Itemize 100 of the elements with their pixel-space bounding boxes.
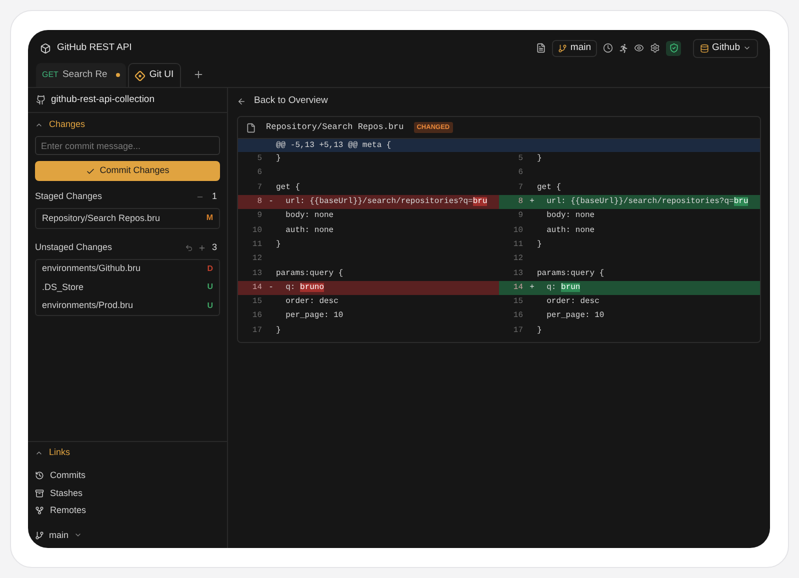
section-label: Staged Changes [35, 190, 102, 204]
line-number: 17 [251, 324, 263, 337]
line-number: 6 [256, 167, 263, 180]
line-number: 7 [256, 182, 263, 194]
github-icon [36, 95, 46, 105]
line-number: 17 [512, 324, 524, 337]
line-number: 5 [517, 153, 524, 166]
file-row[interactable]: .DS_Store U [36, 278, 219, 296]
file-icon [246, 122, 256, 132]
cube-icon [40, 42, 51, 54]
line-number: 6 [517, 167, 524, 180]
environment-dropdown[interactable]: Github [693, 38, 758, 58]
method-label: GET [42, 69, 58, 81]
line-number: 7 [517, 182, 524, 194]
file-row[interactable]: Repository/Search Repos.bru M [36, 209, 219, 228]
status-letter: D [207, 262, 213, 275]
document-icon [536, 43, 546, 53]
code-line: } [537, 240, 542, 249]
line-number: 14 [512, 282, 524, 294]
link-item[interactable]: Commits [35, 467, 220, 484]
history-icon [35, 471, 44, 480]
status-letter: M [206, 212, 213, 224]
fork-icon [35, 506, 44, 516]
code-line: per_page: 10 [546, 311, 604, 320]
code-line: auth: none [284, 226, 334, 235]
code-line: get { [537, 182, 562, 192]
diff-file-name: Repository/Search Repos.bru [266, 121, 404, 134]
link-item[interactable]: Stashes [35, 484, 220, 502]
git-diamond-icon [135, 70, 146, 80]
code-line: url: {{baseUrl}}/search/repositories?q=bru [284, 197, 488, 206]
chevron-up-icon [35, 121, 43, 129]
changes-header[interactable]: Changes [35, 119, 220, 131]
line-number: 9 [256, 210, 263, 222]
back-link[interactable]: Back to Overview [237, 94, 761, 108]
code-line: url: {{baseUrl}}/search/repositories?q=bru [546, 197, 748, 206]
code-line: auth: none [546, 226, 595, 235]
tab[interactable]: Git UI [128, 63, 181, 87]
tab[interactable]: GET Search Re [36, 63, 126, 87]
code-line: order: desc [546, 297, 600, 306]
line-number: 16 [512, 310, 524, 322]
code-line: q: brun [546, 282, 580, 292]
count: 1 [212, 190, 217, 204]
commit-message-field[interactable]: Enter commit message... [35, 136, 220, 155]
line-number: 5 [256, 153, 263, 166]
caret-icon [743, 44, 751, 52]
file-row[interactable]: environments/Prod.bru U [36, 296, 219, 315]
shield-check-icon [668, 43, 678, 53]
line-number: 10 [251, 224, 263, 237]
clock-icon [603, 43, 613, 53]
diff-sign: - [268, 196, 274, 208]
code-line: order: desc [284, 297, 338, 306]
database-icon [700, 44, 709, 52]
settings-icon [650, 43, 660, 53]
line-number: 9 [517, 210, 524, 222]
branch-icon [35, 530, 44, 540]
diff-sign: - [268, 282, 274, 294]
code-line: } [276, 326, 281, 335]
line-number: 16 [251, 310, 263, 322]
line-number: 13 [512, 268, 524, 280]
line-number: 15 [512, 296, 524, 308]
line-number: 10 [512, 224, 524, 237]
line-number: 14 [251, 282, 263, 294]
diff-sign: + [530, 196, 534, 208]
section-label: Unstaged Changes [35, 240, 112, 254]
code-line: q: bruno [284, 282, 324, 292]
line-number: 8 [256, 196, 263, 208]
running-person-icon [619, 44, 628, 52]
line-number: 12 [251, 253, 263, 266]
branch-button[interactable]: main [552, 40, 597, 56]
branch-selector[interactable]: main [35, 528, 82, 542]
count: 3 [212, 240, 217, 254]
code-line: get { [276, 182, 300, 192]
file-row[interactable]: environments/Github.bru D [36, 260, 219, 278]
line-number: 15 [251, 296, 263, 308]
line-number: 13 [251, 268, 263, 280]
shield-button[interactable] [666, 40, 681, 56]
line-number: 11 [512, 238, 524, 251]
code-line: } [537, 326, 542, 335]
line-number: 12 [512, 253, 524, 266]
code-line: } [537, 154, 542, 164]
branch-icon [558, 44, 568, 52]
diff-sign: + [530, 282, 534, 294]
code-line: body: none [284, 211, 334, 220]
commit-button[interactable]: Commit Changes [35, 161, 220, 181]
line-number: 11 [251, 238, 263, 251]
code-line: params:query { [276, 268, 344, 278]
chevron-up-icon [35, 449, 43, 457]
eye-icon [634, 43, 644, 53]
window-title: GitHub REST API [57, 40, 132, 55]
code-line: } [276, 240, 281, 249]
links-header[interactable]: Links [35, 447, 220, 459]
back-arrow-icon [237, 96, 246, 106]
status-letter: U [207, 300, 213, 312]
code-line: body: none [546, 211, 595, 220]
discard-icon [184, 244, 193, 252]
archive-icon [35, 488, 44, 498]
link-item[interactable]: Remotes [35, 502, 220, 520]
tab-label: Search Re [62, 68, 108, 82]
code-line: params:query { [537, 268, 604, 278]
check-icon [86, 166, 95, 176]
